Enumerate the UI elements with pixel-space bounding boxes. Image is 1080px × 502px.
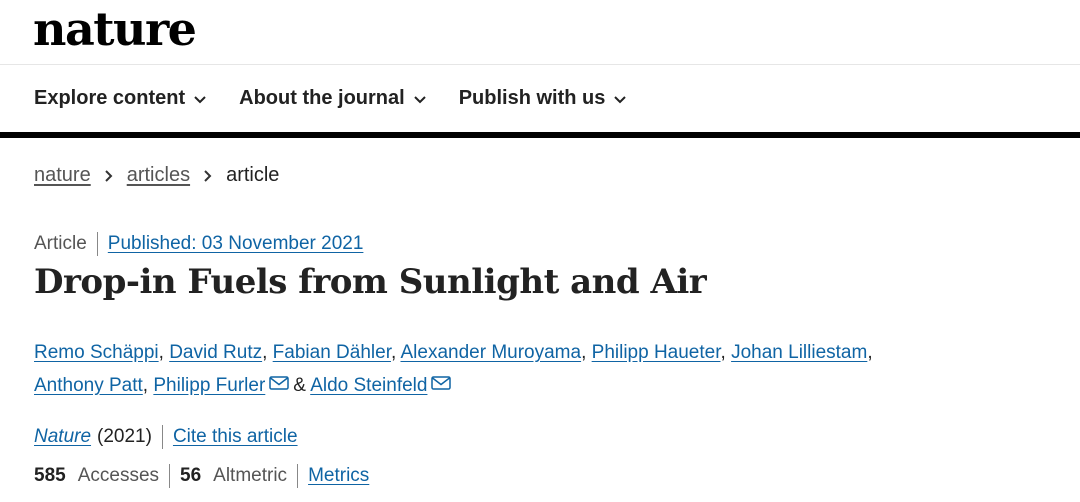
author-link[interactable]: Remo Schäppi	[34, 342, 159, 363]
accesses-label: Accesses	[77, 465, 160, 486]
chevron-down-icon	[194, 95, 206, 103]
author-link[interactable]: Philipp Furler	[153, 375, 265, 396]
envelope-icon[interactable]	[431, 376, 452, 390]
chevron-right-icon	[105, 169, 113, 182]
journal-link[interactable]: Nature	[34, 426, 91, 448]
nav-about-journal[interactable]: About the journal	[239, 87, 427, 110]
nav-item-label: About the journal	[239, 87, 405, 109]
author-list: Remo Schäppi, David Rutz, Fabian Dähler,…	[34, 342, 873, 396]
chevron-right-icon	[204, 169, 212, 182]
author-link[interactable]: Alexander Muroyama	[400, 342, 581, 363]
divider	[161, 425, 163, 449]
author-link[interactable]: David Rutz	[169, 342, 262, 363]
published-date-link[interactable]: Published: 03 November 2021	[108, 233, 364, 255]
divider	[169, 464, 171, 488]
article-title: Drop-in Fuels from Sunlight and Air	[34, 262, 707, 302]
nav-publish-with-us[interactable]: Publish with us	[459, 87, 628, 110]
nav-explore-content[interactable]: Explore content	[34, 87, 207, 110]
accesses-count: 585	[34, 465, 66, 486]
divider	[96, 232, 98, 256]
breadcrumb-current: article	[226, 164, 280, 186]
author-link[interactable]: Anthony Patt	[34, 375, 143, 396]
journal-name: Nature	[34, 426, 92, 447]
breadcrumb-link-nature[interactable]: nature	[34, 164, 91, 187]
metrics-row: 585 Accesses 56 Altmetric Metrics	[34, 464, 369, 488]
author-link[interactable]: Philipp Haueter	[592, 342, 721, 363]
site-header: nature	[0, 0, 1080, 65]
metrics-link[interactable]: Metrics	[308, 465, 369, 487]
chevron-down-icon	[413, 95, 426, 103]
altmetric-label: Altmetric	[213, 465, 288, 486]
cite-this-article-link[interactable]: Cite this article	[173, 426, 298, 448]
author-link[interactable]: Fabian Dähler	[273, 342, 391, 363]
author-link[interactable]: Johan Lilliestam	[731, 342, 867, 363]
article-type: Article	[34, 233, 87, 254]
divider	[297, 464, 299, 488]
breadcrumb-link-articles[interactable]: articles	[127, 164, 190, 187]
nav-item-label: Explore content	[34, 87, 186, 109]
main-nav: Explore content About the journal Publis…	[0, 65, 1080, 138]
envelope-icon[interactable]	[269, 376, 290, 390]
article-meta: Article Published: 03 November 2021	[34, 232, 363, 256]
breadcrumb: nature articles article	[34, 164, 279, 187]
nav-item-label: Publish with us	[458, 87, 606, 109]
citation-row: Nature (2021) Cite this article	[34, 425, 298, 449]
chevron-down-icon	[614, 95, 627, 103]
publication-year: (2021)	[97, 426, 152, 447]
nature-logo[interactable]: nature	[33, 2, 197, 56]
altmetric-count: 56	[180, 465, 202, 486]
author-link[interactable]: Aldo Steinfeld	[310, 375, 427, 396]
